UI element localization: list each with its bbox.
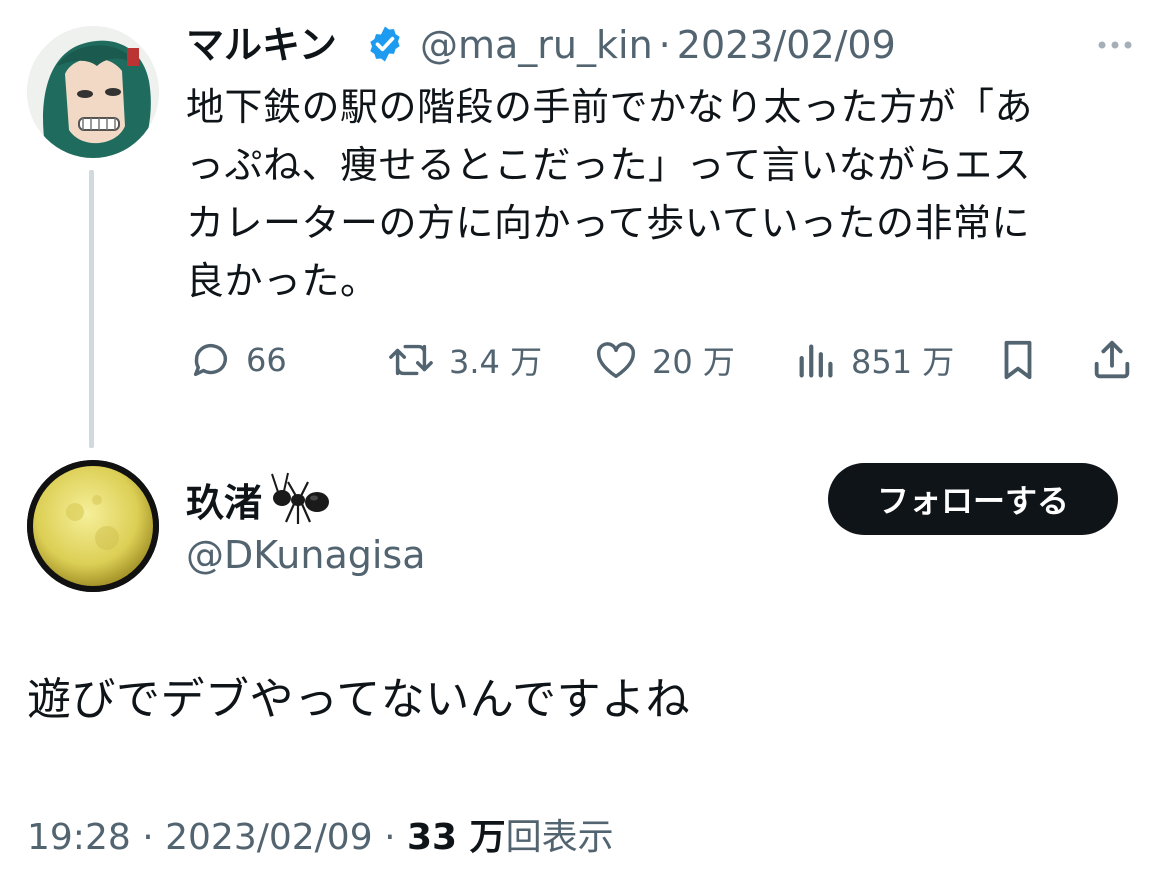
avatar-marukin[interactable] — [27, 26, 159, 158]
reply-author-name[interactable]: 玖渚 — [186, 478, 262, 528]
tweet-date[interactable]: 2023/02/09 — [165, 817, 373, 858]
tweet-text-line: カレーターの方に向かって歩いていったの非常に — [186, 201, 1030, 245]
ant-emoji-icon — [268, 468, 332, 528]
dot-separator: · — [384, 817, 396, 858]
bookmark-icon[interactable] — [996, 335, 1040, 385]
tweet-text-line: っぷね、痩せるとこだった」って言いながらエス — [186, 143, 1032, 187]
reply-author-handle[interactable]: @DKunagisa — [186, 530, 426, 580]
tweet-text: 地下鉄の駅の階段の手前でかなり太った方が「あ っぷね、痩せるとこだった」って言い… — [186, 78, 1146, 310]
views-count[interactable]: 33 万 — [407, 817, 506, 858]
dot-separator: · — [142, 817, 154, 858]
author-handle-and-date: @ma_ru_kin · 2023/02/09 — [420, 20, 896, 70]
reply-button[interactable]: 66 — [186, 335, 287, 385]
views-label: 回表示 — [505, 817, 614, 858]
avatar-dkunagisa[interactable] — [27, 460, 159, 592]
dot-separator: · — [658, 23, 671, 67]
verified-badge-icon — [365, 24, 405, 64]
like-button[interactable]: 20 万 — [592, 335, 735, 385]
tweet-text-line: 良かった。 — [186, 259, 379, 303]
views-count: 851 万 — [851, 343, 955, 381]
like-count: 20 万 — [652, 343, 735, 381]
tweet-date[interactable]: 2023/02/09 — [677, 23, 896, 67]
more-icon[interactable] — [1090, 30, 1140, 60]
follow-button[interactable]: フォローする — [828, 463, 1118, 535]
repost-count: 3.4 万 — [449, 343, 543, 381]
author-handle[interactable]: @ma_ru_kin — [420, 23, 653, 67]
reply-text: 遊びでデブやってないんですよね — [27, 674, 691, 725]
tweet-meta-footer: 19:28 · 2023/02/09 · 33 万回表示 — [27, 812, 614, 864]
repost-icon — [389, 344, 433, 376]
thread-connector-line — [89, 170, 94, 448]
repost-button[interactable]: 3.4 万 — [385, 335, 542, 385]
author-name[interactable]: マルキン — [186, 20, 337, 70]
views-icon — [799, 344, 833, 378]
views-button[interactable]: 851 万 — [795, 335, 954, 385]
like-icon — [597, 342, 635, 379]
tweet-time[interactable]: 19:28 — [27, 817, 131, 858]
share-icon[interactable] — [1088, 335, 1136, 385]
reply-icon — [193, 343, 228, 377]
tweet-text-line: 地下鉄の駅の階段の手前でかなり太った方が「あ — [186, 85, 1034, 129]
reply-count: 66 — [246, 341, 287, 379]
